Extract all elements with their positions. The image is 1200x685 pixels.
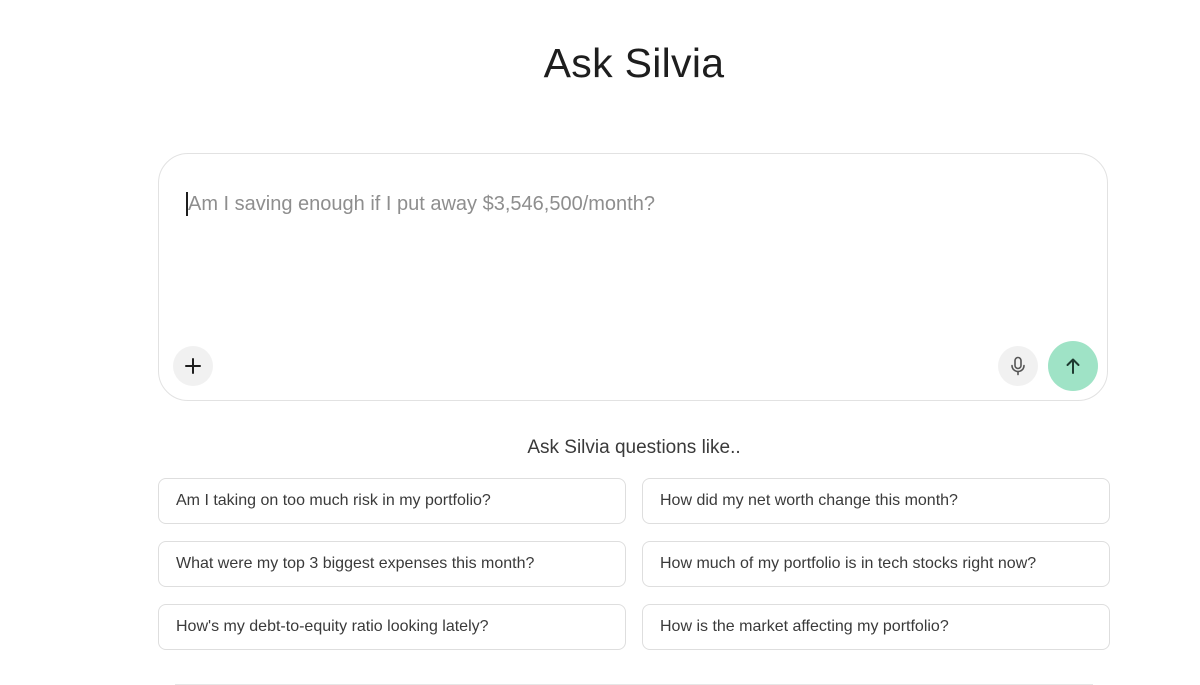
suggestion-chip[interactable]: What were my top 3 biggest expenses this…	[158, 541, 626, 587]
plus-icon	[185, 358, 201, 374]
attach-button[interactable]	[173, 346, 213, 386]
page-title: Ask Silvia	[543, 40, 725, 86]
suggestion-chip[interactable]: How much of my portfolio is in tech stoc…	[642, 541, 1110, 587]
suggestion-chip[interactable]: How's my debt-to-equity ratio looking la…	[158, 604, 626, 650]
send-button[interactable]	[1048, 341, 1098, 391]
arrow-up-icon	[1066, 358, 1080, 374]
voice-input-button[interactable]	[998, 346, 1038, 386]
suggestion-chip[interactable]: How did my net worth change this month?	[642, 478, 1110, 524]
chat-composer	[158, 153, 1108, 401]
microphone-icon	[1011, 356, 1025, 376]
suggestion-chip[interactable]: Am I taking on too much risk in my portf…	[158, 478, 626, 524]
prompt-input[interactable]	[188, 192, 1067, 216]
ask-silvia-page: Ask Silvia Ask Silvia questions like..	[0, 0, 1200, 685]
suggestion-list: Am I taking on too much risk in my portf…	[158, 478, 1110, 650]
suggestions-heading: Ask Silvia questions like..	[527, 437, 741, 458]
prompt-area[interactable]	[186, 184, 1067, 224]
suggestion-chip[interactable]: How is the market affecting my portfolio…	[642, 604, 1110, 650]
